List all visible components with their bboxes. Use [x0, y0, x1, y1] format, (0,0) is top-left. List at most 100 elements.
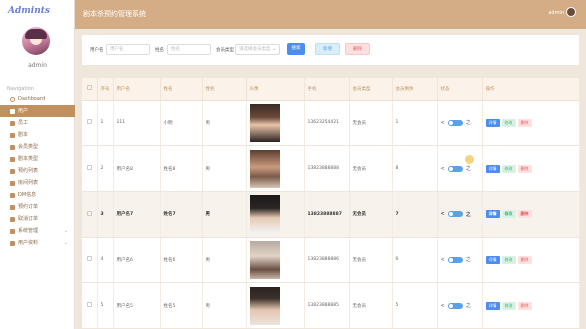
select-all-header[interactable]	[82, 78, 98, 101]
remove-button[interactable]: 删除	[517, 164, 532, 173]
sidebar-item-label: 会员类型	[18, 144, 39, 150]
row-select-cell[interactable]	[82, 282, 98, 329]
header-username[interactable]: admin	[548, 10, 564, 16]
sidebar-item-cancelled-orders[interactable]: 取消订单	[0, 213, 75, 225]
sidebar-item-label: 预约列表	[18, 168, 39, 174]
column-header[interactable]: 状态	[437, 78, 483, 101]
column-header[interactable]: 会员类型	[349, 78, 393, 101]
status-toggle[interactable]	[447, 119, 463, 126]
row-select-cell[interactable]	[82, 100, 98, 147]
users-table: 序号 用户名 姓名 性别 头像 手机 会员类型 会员剩余 状态 操作 1 111 小…	[82, 78, 580, 329]
sidebar-item-script-types[interactable]: 剧本类型	[0, 153, 75, 165]
status-toggle[interactable]	[447, 211, 463, 218]
user-photo[interactable]	[249, 103, 280, 142]
row-checkbox[interactable]	[87, 119, 92, 125]
nav-heading: Navigation	[7, 86, 34, 92]
row-checkbox[interactable]	[87, 256, 92, 262]
sidebar-item-dm-info[interactable]: DM信息	[0, 189, 75, 201]
sidebar-item-system[interactable]: 系统管理 ⌄	[0, 225, 75, 237]
sidebar-item-rooms[interactable]: 房间列表	[0, 177, 75, 189]
remove-button[interactable]: 删除	[517, 255, 532, 264]
detail-button[interactable]: 详情	[485, 255, 500, 264]
user-photo[interactable]	[249, 149, 280, 188]
status-toggle[interactable]	[447, 302, 463, 309]
sidebar-item-profile[interactable]: 用户资料 ⌄	[0, 237, 75, 249]
cell-index: 3	[97, 191, 114, 238]
sidebar-item-label: 剧本类型	[18, 156, 39, 162]
name-input[interactable]: 姓名	[167, 44, 211, 55]
cell-remaining: 6	[392, 237, 438, 284]
table-row[interactable]: 2 用户名8 姓名8 男 13823888888 无会员 8 < 之详情 修改 删除	[82, 145, 580, 192]
sidebar-item-staff[interactable]: 员工	[0, 117, 75, 129]
table-row[interactable]: 4 用户名6 姓名6 男 13823888886 无会员 6 < 之详情 修改 删除	[82, 237, 580, 284]
edit-button[interactable]: 修改	[501, 210, 516, 219]
cell-remaining: 7	[392, 191, 438, 238]
column-header[interactable]: 手机	[304, 78, 350, 101]
row-select-cell[interactable]	[82, 191, 98, 238]
sidebar-item-orders[interactable]: 预约订单	[0, 201, 75, 213]
remove-button[interactable]: 删除	[517, 210, 532, 219]
member-type-placeholder: 请选择会员类型	[239, 47, 271, 52]
remove-button[interactable]: 删除	[517, 301, 532, 310]
sidebar-item-dashboard[interactable]: Dashboard	[0, 93, 75, 105]
delete-button[interactable]: 删除	[345, 43, 370, 55]
row-select-cell[interactable]	[82, 145, 98, 192]
toggle-right-label: 之	[465, 257, 471, 264]
status-toggle[interactable]	[447, 256, 463, 263]
table-row[interactable]: 5 用户名5 姓名5 男 13823888885 无会员 5 < 之详情 修改 删除	[82, 282, 580, 329]
sidebar-item-scripts[interactable]: 剧本	[0, 129, 75, 141]
table-row[interactable]: 1 111 小明男 13623254421 无会员 1 < 之详情 修改 删除	[82, 100, 580, 147]
header-avatar[interactable]	[566, 7, 576, 17]
edit-button[interactable]: 修改	[501, 164, 516, 173]
sidebar-item-label: DM信息	[18, 192, 37, 198]
table-row[interactable]: 3 用户名7 姓名7 男 13823888887 无会员 7 < 之详情 修改 删除	[82, 191, 580, 238]
chevron-down-icon: ⌄	[63, 228, 68, 234]
chevron-down-icon: ⌄	[63, 240, 68, 246]
cell-gender: 男	[202, 282, 247, 329]
row-checkbox[interactable]	[87, 210, 92, 216]
detail-button[interactable]: 详情	[485, 301, 500, 310]
detail-button[interactable]: 详情	[485, 118, 500, 127]
edit-button[interactable]: 修改	[501, 301, 516, 310]
column-header[interactable]: 姓名	[160, 78, 203, 101]
sidebar-item-reservations[interactable]: 预约列表	[0, 165, 75, 177]
table-header-row: 序号 用户名 姓名 性别 头像 手机 会员类型 会员剩余 状态 操作	[82, 78, 580, 101]
user-photo[interactable]	[249, 286, 280, 325]
search-button[interactable]: 搜索	[287, 43, 305, 55]
edit-button[interactable]: 修改	[501, 255, 516, 264]
member-type-select[interactable]: 请选择会员类型 ⌄	[235, 44, 280, 55]
username-input[interactable]: 用户名	[106, 44, 150, 55]
detail-button[interactable]: 详情	[485, 210, 500, 219]
cell-name: 姓名5	[160, 282, 203, 329]
row-checkbox[interactable]	[87, 302, 92, 308]
cell-avatar	[246, 100, 305, 147]
column-header[interactable]: 用户名	[113, 78, 161, 101]
select-all-checkbox[interactable]	[87, 85, 92, 91]
add-button[interactable]: 新增	[315, 43, 340, 55]
user-photo[interactable]	[249, 240, 280, 279]
staff-icon	[10, 120, 15, 126]
cell-name: 姓名8	[160, 145, 203, 192]
column-header[interactable]: 头像	[246, 78, 305, 101]
sidebar-item-member-types[interactable]: 会员类型	[0, 141, 75, 153]
cell-member-type: 无会员	[349, 191, 393, 238]
column-header[interactable]: 序号	[97, 78, 114, 101]
status-toggle[interactable]	[447, 165, 463, 172]
row-checkbox[interactable]	[87, 165, 92, 171]
admin-avatar[interactable]	[22, 27, 50, 55]
cell-index: 4	[97, 237, 114, 284]
user-photo[interactable]	[249, 195, 280, 234]
detail-button[interactable]: 详情	[485, 164, 500, 173]
edit-button[interactable]: 修改	[501, 118, 516, 127]
cell-name: 姓名7	[160, 191, 203, 238]
cell-gender: 男	[202, 100, 247, 147]
remove-button[interactable]: 删除	[517, 118, 532, 127]
row-select-cell[interactable]	[82, 237, 98, 284]
room-icon	[10, 180, 15, 186]
cell-index: 2	[97, 145, 114, 192]
sidebar-item-users[interactable]: 用户	[0, 105, 75, 117]
column-header[interactable]: 性别	[202, 78, 247, 101]
column-header[interactable]: 会员剩余	[392, 78, 438, 101]
user-icon	[10, 108, 15, 114]
cell-remaining: 5	[392, 282, 438, 329]
